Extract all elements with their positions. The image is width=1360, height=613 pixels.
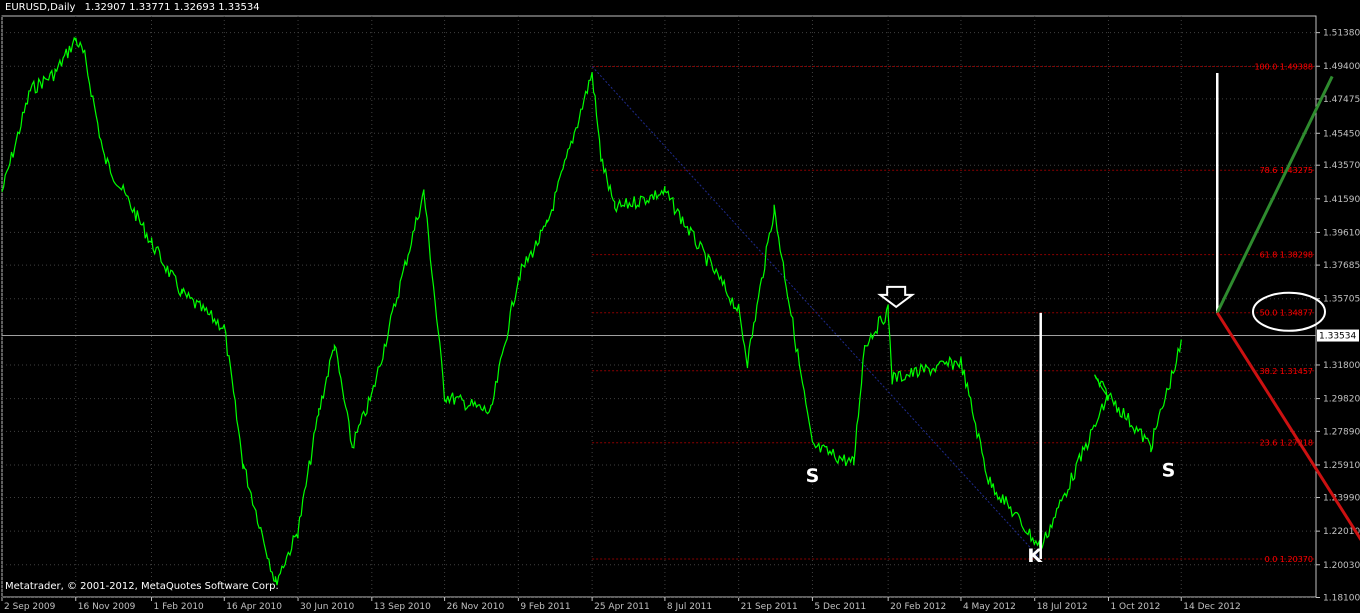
pattern-annotation: S <box>806 465 820 487</box>
time-axis-label: 21 Sep 2011 <box>741 602 798 612</box>
bull-projection-line <box>1215 75 1334 314</box>
price-axis-label: 1.29820 <box>1323 395 1360 405</box>
time-axis-label: 30 Jun 2010 <box>300 602 354 612</box>
arrow-down-icon <box>877 285 916 309</box>
price-axis-label: 1.18100 <box>1323 594 1360 604</box>
time-axis-label: 9 Feb 2011 <box>520 602 570 612</box>
symbol-header: EURUSD,Daily 1.32907 1.33771 1.32693 1.3… <box>5 2 266 13</box>
fibonacci-level-label: 50.0 1.34877 <box>1260 309 1313 318</box>
price-series-line <box>1 36 1182 586</box>
fibonacci-level-label: 61.8 1.38298 <box>1260 251 1313 260</box>
time-axis-label: 25 Apr 2011 <box>594 602 650 612</box>
time-axis-label: 14 Dec 2012 <box>1183 602 1241 612</box>
price-axis-label: 1.47475 <box>1323 95 1360 105</box>
price-axis-label: 1.27890 <box>1323 427 1360 437</box>
chart-canvas[interactable]: 2 Sep 2009 16 Nov 2009 1 Feb 2010 16 Apr 20… <box>0 0 1360 613</box>
chart-window: 2 Sep 2009 16 Nov 2009 1 Feb 2010 16 Apr 20… <box>0 0 1360 613</box>
time-axis-label: 8 Jul 2011 <box>667 602 712 612</box>
price-axis-label: 1.31800 <box>1323 361 1360 371</box>
price-axis-label: 1.51380 <box>1323 29 1360 39</box>
time-axis-label: 18 Jul 2012 <box>1037 602 1088 612</box>
fibonacci-level-label: 100.0 1.49388 <box>1254 62 1313 71</box>
price-axis-label: 1.49400 <box>1323 62 1360 72</box>
pattern-annotation: S <box>1162 460 1176 482</box>
time-axis-label: 1 Feb 2010 <box>153 602 204 612</box>
price-axis-label: 1.35705 <box>1323 295 1360 305</box>
copyright-text: Metatrader, © 2001-2012, MetaQuotes Soft… <box>5 581 279 592</box>
time-axis-label: 2 Sep 2009 <box>4 602 56 612</box>
ohlc-values: 1.32907 1.33771 1.32693 1.33534 <box>84 2 260 13</box>
price-axis-label: 1.20030 <box>1323 561 1360 571</box>
price-axis-label: 1.25910 <box>1323 461 1360 471</box>
time-axis-label: 5 Dec 2011 <box>814 602 866 612</box>
price-axis-label: 1.23990 <box>1323 494 1360 504</box>
time-axis-label: 1 Oct 2012 <box>1110 602 1160 612</box>
time-axis-label: 4 May 2012 <box>963 602 1016 612</box>
time-axis-label: 16 Nov 2009 <box>78 602 136 612</box>
price-axis-label: 1.41590 <box>1323 195 1360 205</box>
time-axis-label: 26 Nov 2010 <box>447 602 505 612</box>
plot-frame <box>1 15 1317 598</box>
price-axis-label: 1.45450 <box>1323 129 1360 139</box>
time-axis-label: 16 Apr 2010 <box>226 602 282 612</box>
time-axis-label: 20 Feb 2012 <box>890 602 946 612</box>
symbol-label: EURUSD,Daily <box>5 2 76 13</box>
fibonacci-level-label: 38.2 1.31457 <box>1260 367 1313 376</box>
price-axis-label: 1.39610 <box>1323 228 1360 238</box>
price-axis-label: 1.37685 <box>1323 261 1360 271</box>
fibonacci-level-label: 0.0 1.20370 <box>1265 555 1313 564</box>
current-price-label: 1.33534 <box>1319 332 1356 342</box>
time-axis-label: 13 Sep 2010 <box>374 602 431 612</box>
fibonacci-level-label: 23.6 1.27218 <box>1260 439 1313 448</box>
pattern-annotation: K <box>1027 545 1043 567</box>
price-axis-label: 1.43570 <box>1323 161 1360 171</box>
